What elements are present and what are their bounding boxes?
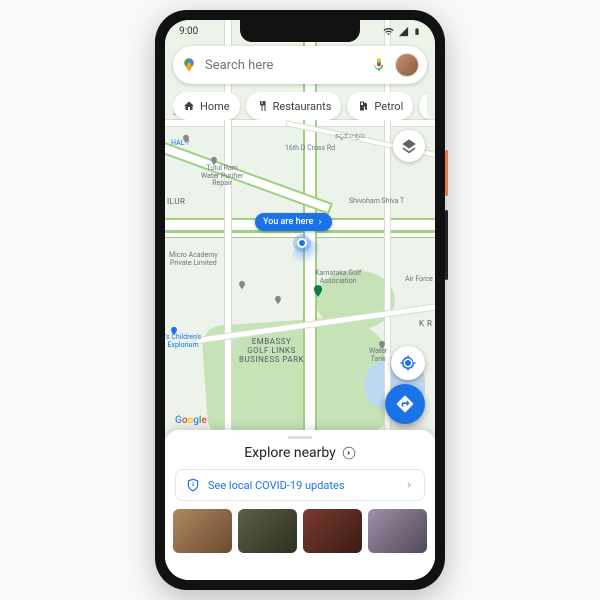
maps-pin-icon <box>181 57 197 73</box>
top-ui: Search here Home Restaurants Petrol <box>173 46 427 120</box>
chip-petrol[interactable]: Petrol <box>347 92 413 120</box>
google-logo: Google <box>175 415 207 426</box>
gas-pump-icon <box>357 100 369 112</box>
poi-marker[interactable] <box>169 326 179 336</box>
poi-marker[interactable] <box>209 156 219 166</box>
directions-icon <box>395 394 415 414</box>
category-chips: Home Restaurants Petrol Gr <box>173 92 427 120</box>
explore-label: Explore nearby <box>244 445 336 461</box>
poi-marker[interactable] <box>237 280 247 290</box>
search-bar[interactable]: Search here <box>173 46 427 84</box>
current-location-dot[interactable] <box>297 238 307 248</box>
signal-icon <box>398 26 409 37</box>
search-placeholder: Search here <box>205 58 363 73</box>
chevron-right-icon <box>342 446 356 460</box>
suggestion-row <box>173 509 427 553</box>
layers-icon <box>401 138 417 154</box>
poi-label: Tutul Ram Water Purifier Repair <box>201 165 243 188</box>
crosshair-icon <box>399 354 417 372</box>
poi-label: Water Tank <box>369 348 387 363</box>
suggestion-tile[interactable] <box>303 509 362 553</box>
battery-icon <box>413 26 421 37</box>
microphone-icon[interactable] <box>371 57 387 73</box>
location-beam <box>288 235 325 272</box>
covid-updates-card[interactable]: See local COVID-19 updates <box>175 469 425 501</box>
explore-nearby-row[interactable]: Explore nearby <box>165 443 435 469</box>
chip-label: Home <box>200 100 230 113</box>
profile-avatar[interactable] <box>395 53 419 77</box>
poi-label: Shivoham Shiva T <box>349 198 404 206</box>
you-are-here-chip[interactable]: You are here <box>255 213 332 231</box>
suggestion-tile[interactable] <box>238 509 297 553</box>
road-label: 16th D Cross Rd <box>285 145 335 153</box>
layers-button[interactable] <box>393 130 425 162</box>
chip-home[interactable]: Home <box>173 92 240 120</box>
poi-label: Air Force <box>405 276 433 284</box>
my-location-button[interactable] <box>391 346 425 380</box>
fork-knife-icon <box>256 100 268 112</box>
poi-label: Micro Academy Private Limited <box>169 252 218 267</box>
you-are-here-label: You are here <box>263 217 313 227</box>
chevron-right-icon <box>404 480 414 490</box>
screen: 9:00 3 Main Rd 16th D Cross Rd ಕನ್ನಡೋತ್ತ <box>165 20 435 580</box>
info-shield-icon <box>186 478 200 492</box>
volume-button <box>445 210 448 280</box>
chip-groceries[interactable]: Gr <box>419 92 427 120</box>
chip-restaurants[interactable]: Restaurants <box>246 92 342 120</box>
bottom-sheet[interactable]: Explore nearby See local COVID-19 update… <box>165 430 435 580</box>
place-label: ಕನ್ನಡೋತ್ತಮ <box>335 133 365 141</box>
poi-marker[interactable] <box>273 295 283 305</box>
poi-label: 's Children's Explorium <box>165 334 201 349</box>
poi-marker[interactable] <box>181 134 191 144</box>
suggestion-tile[interactable] <box>368 509 427 553</box>
directions-button[interactable] <box>385 384 425 424</box>
phone-frame: 9:00 3 Main Rd 16th D Cross Rd ಕನ್ನಡೋತ್ತ <box>155 10 445 590</box>
drag-handle[interactable] <box>288 436 312 439</box>
wifi-icon <box>383 26 394 37</box>
poi-marker-golf[interactable] <box>311 284 325 298</box>
area-label: K R <box>419 320 432 329</box>
suggestion-tile[interactable] <box>173 509 232 553</box>
status-icons <box>383 26 421 37</box>
chip-label: Petrol <box>374 100 403 113</box>
poi-marker[interactable] <box>377 340 387 350</box>
area-label: EMBASSY GOLF LINKS BUSINESS PARK <box>239 338 304 364</box>
notch <box>240 20 360 42</box>
chip-label: Restaurants <box>273 100 332 113</box>
status-time: 9:00 <box>179 26 198 37</box>
covid-label: See local COVID-19 updates <box>208 479 345 492</box>
home-icon <box>183 100 195 112</box>
area-label: ILUR <box>167 198 185 207</box>
chevron-right-icon <box>316 218 324 226</box>
power-button <box>445 150 448 196</box>
